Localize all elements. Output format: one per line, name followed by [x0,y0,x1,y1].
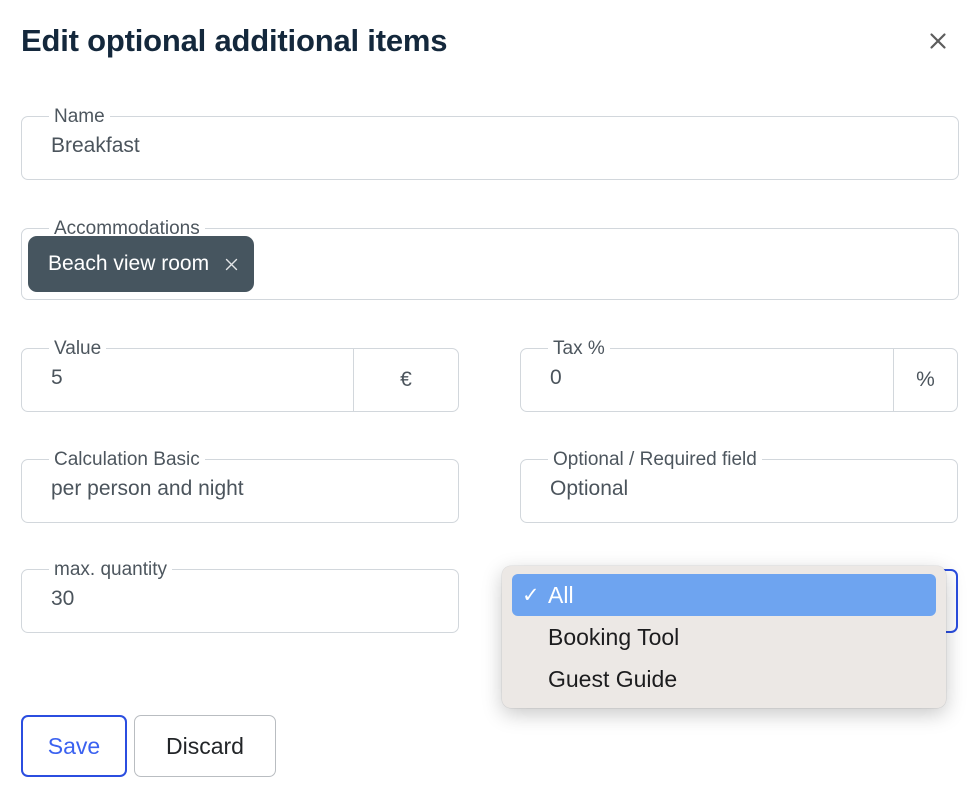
accommodations-field[interactable]: Accommodations Beach view room [21,219,959,300]
tax-field[interactable]: Tax % 0 % [520,339,958,412]
accommodation-chip[interactable]: Beach view room [28,236,255,292]
calculation-basic-value: per person and night [51,477,244,500]
dropdown-option-label: All [548,581,574,608]
name-field-label: Name [49,107,110,127]
tax-field-label: Tax % [548,339,610,359]
dropdown-option-label: Guest Guide [548,665,678,692]
discard-button[interactable]: Discard [134,715,276,777]
tax-field-value: 0 [550,366,562,389]
percent-icon: % [916,368,935,391]
value-field-label: Value [49,339,107,359]
dropdown-option-guest-guide[interactable]: Guest Guide [512,658,936,700]
calculation-basic-select[interactable]: Calculation Basic per person and night [21,450,459,523]
max-quantity-label: max. quantity [49,560,172,580]
optional-required-select[interactable]: Optional / Required field Optional [520,450,958,523]
optional-required-label: Optional / Required field [548,450,762,470]
max-quantity-field[interactable]: max. quantity 30 [21,560,459,633]
discard-button-label: Discard [166,732,244,759]
dropdown-option-label: Booking Tool [548,623,680,650]
save-button[interactable]: Save [21,715,127,777]
name-field-value: Breakfast [51,134,140,157]
calculation-basic-label: Calculation Basic [49,450,205,470]
max-quantity-value: 30 [51,587,75,610]
visibility-dropdown-menu[interactable]: ✓ All Booking Tool Guest Guide [502,566,946,708]
close-icon [928,31,948,51]
page-title: Edit optional additional items [21,23,448,58]
euro-icon: € [400,368,412,391]
dropdown-option-all[interactable]: ✓ All [512,574,936,616]
value-field-value: 5 [51,366,63,389]
accommodation-chip-label: Beach view room [48,252,210,275]
check-icon: ✓ [522,583,540,607]
close-button[interactable] [921,24,955,58]
save-button-label: Save [47,732,101,759]
dialog-header: Edit optional additional items [0,0,980,92]
name-field[interactable]: Name Breakfast [21,107,959,180]
close-icon[interactable] [223,256,240,273]
value-field[interactable]: Value 5 € [21,339,459,412]
dropdown-option-booking-tool[interactable]: Booking Tool [512,616,936,658]
optional-required-value: Optional [550,477,629,500]
